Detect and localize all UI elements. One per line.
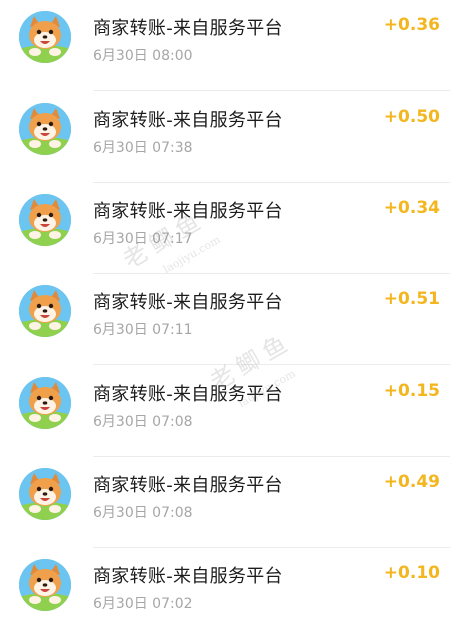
- transaction-time: 6月30日 07:11: [93, 322, 193, 338]
- avatar: [19, 285, 71, 337]
- list-item[interactable]: 商家转账-来自服务平台 6月30日 07:38 +0.50: [0, 92, 450, 183]
- shiba-dog-avatar: [19, 468, 71, 520]
- list-item[interactable]: 商家转账-来自服务平台 6月30日 07:17 +0.34: [0, 183, 450, 274]
- transaction-amount: +0.10: [383, 563, 440, 583]
- shiba-dog-avatar: [19, 285, 71, 337]
- transaction-time: 6月30日 07:38: [93, 140, 193, 156]
- avatar: [19, 559, 71, 611]
- list-item[interactable]: 商家转账-来自服务平台 6月30日 08:00 +0.36: [0, 0, 450, 91]
- transaction-time: 6月30日 07:17: [93, 231, 193, 247]
- shiba-dog-avatar: [19, 194, 71, 246]
- avatar: [19, 194, 71, 246]
- shiba-dog-avatar: [19, 559, 71, 611]
- transaction-amount: +0.51: [383, 289, 440, 309]
- transaction-title: 商家转账-来自服务平台: [93, 110, 283, 131]
- avatar: [19, 377, 71, 429]
- transaction-list: 商家转账-来自服务平台 6月30日 08:00 +0.36 商家转账-来自服务平台 6…: [0, 0, 450, 625]
- transaction-title: 商家转账-来自服务平台: [93, 566, 283, 587]
- transaction-title: 商家转账-来自服务平台: [93, 475, 283, 496]
- transaction-amount: +0.50: [383, 107, 440, 127]
- avatar: [19, 468, 71, 520]
- transaction-amount: +0.34: [383, 198, 440, 218]
- transaction-amount: +0.49: [383, 472, 440, 492]
- transaction-title: 商家转账-来自服务平台: [93, 18, 283, 39]
- transaction-amount: +0.15: [383, 381, 440, 401]
- shiba-dog-avatar: [19, 377, 71, 429]
- transaction-title: 商家转账-来自服务平台: [93, 384, 283, 405]
- list-item[interactable]: 商家转账-来自服务平台 6月30日 07:02 +0.10: [0, 548, 450, 625]
- transaction-time: 6月30日 07:02: [93, 596, 193, 612]
- divider: [93, 90, 450, 91]
- divider: [93, 364, 450, 365]
- list-item[interactable]: 商家转账-来自服务平台 6月30日 07:08 +0.15: [0, 366, 450, 457]
- transaction-time: 6月30日 07:08: [93, 505, 193, 521]
- transaction-title: 商家转账-来自服务平台: [93, 201, 283, 222]
- avatar: [19, 103, 71, 155]
- transaction-time: 6月30日 08:00: [93, 48, 193, 64]
- transaction-amount: +0.36: [383, 15, 440, 35]
- list-item[interactable]: 商家转账-来自服务平台 6月30日 07:11 +0.51: [0, 274, 450, 365]
- transaction-title: 商家转账-来自服务平台: [93, 292, 283, 313]
- shiba-dog-avatar: [19, 103, 71, 155]
- avatar: [19, 11, 71, 63]
- shiba-dog-avatar: [19, 11, 71, 63]
- transaction-time: 6月30日 07:08: [93, 414, 193, 430]
- list-item[interactable]: 商家转账-来自服务平台 6月30日 07:08 +0.49: [0, 457, 450, 548]
